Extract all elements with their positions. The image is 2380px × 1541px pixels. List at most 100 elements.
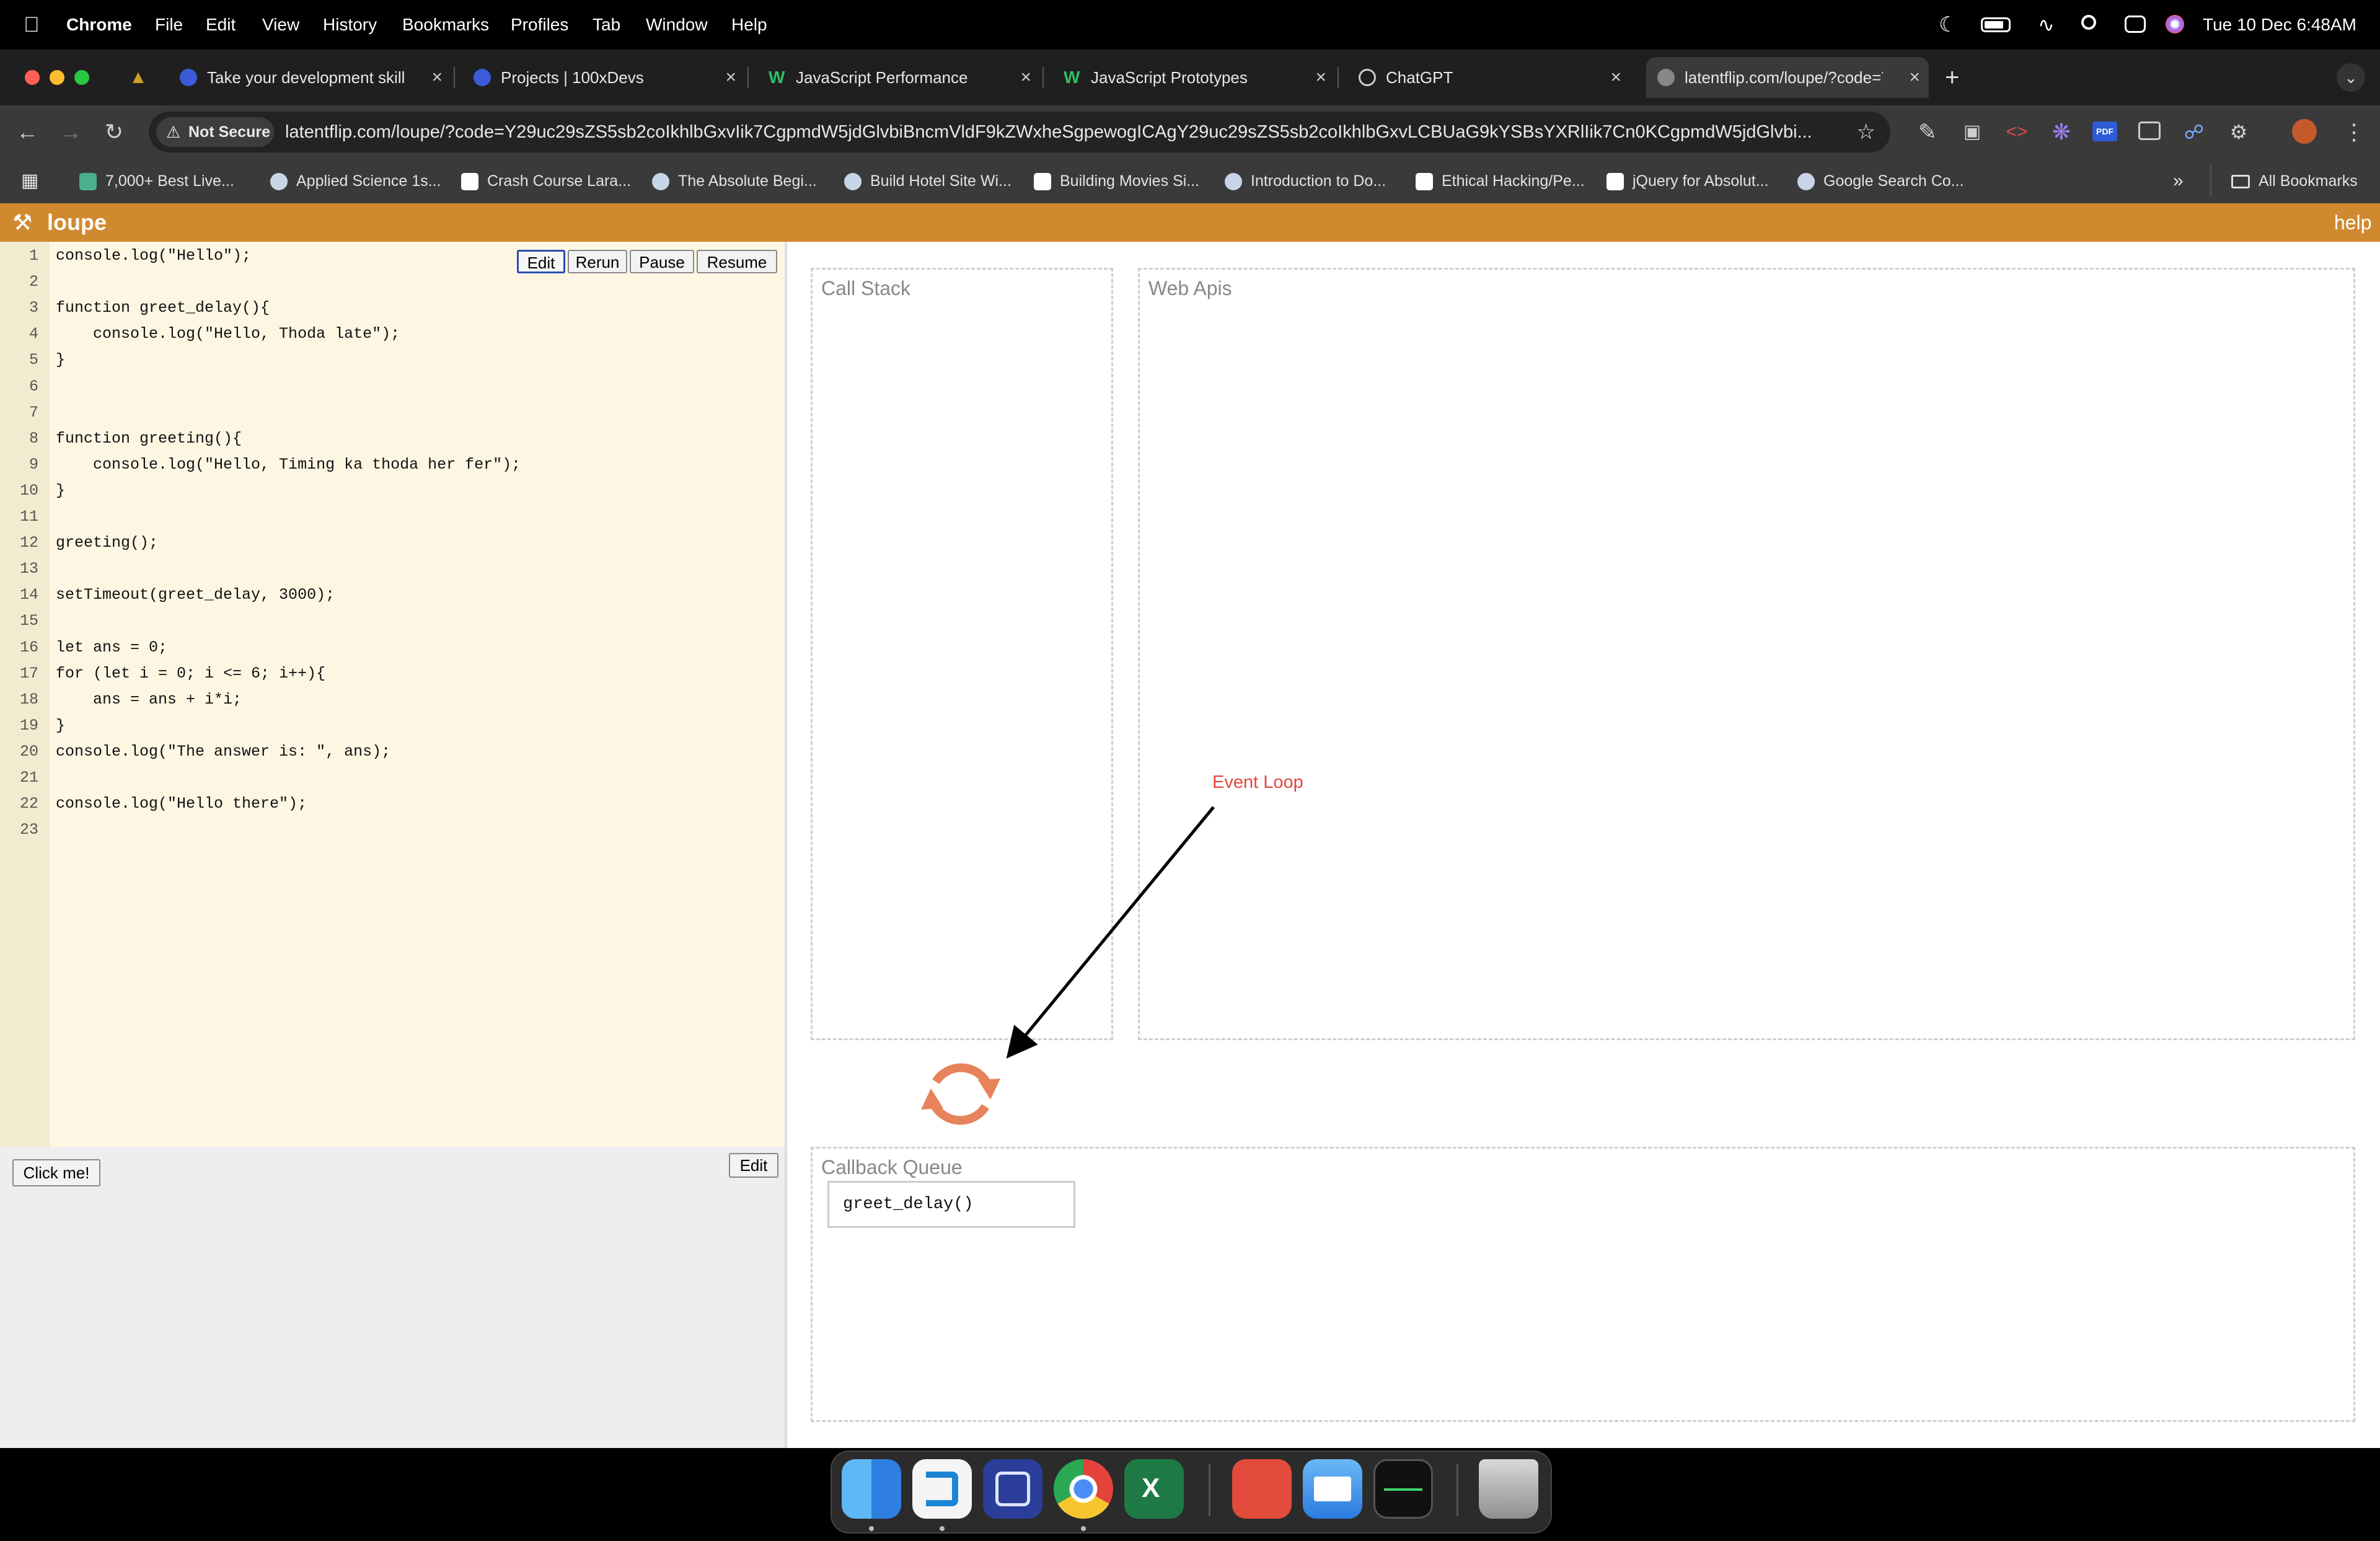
screen-sharing-app-icon[interactable] (983, 1459, 1042, 1519)
back-button[interactable]: ← (10, 105, 45, 159)
tab-loupe-active[interactable]: latentflip.com/loupe/?code=Y × (1646, 57, 1929, 98)
address-bar[interactable]: ⚠ Not Secure latentflip.com/loupe/?code=… (149, 112, 1890, 152)
wifi-icon[interactable]: ∿ (2038, 0, 2055, 50)
tab-search-chevron-icon[interactable]: ⌄ (2337, 63, 2365, 92)
menu-edit[interactable]: Edit (206, 0, 236, 50)
tab-projects-100xdevs[interactable]: Projects | 100xDevs × (462, 57, 745, 98)
search-icon[interactable] (2081, 15, 2096, 30)
control-center-icon[interactable] (2125, 15, 2146, 33)
gear-extension-icon[interactable]: ❋ (2044, 105, 2079, 159)
siri-icon[interactable] (2166, 15, 2184, 33)
bookmark-item[interactable]: Ethical Hacking/Pe... (1416, 159, 1585, 203)
menu-profiles[interactable]: Profiles (511, 0, 568, 50)
menu-bookmarks[interactable]: Bookmarks (402, 0, 489, 50)
bookmark-item[interactable]: 7,000+ Best Live... (79, 159, 234, 203)
bookmark-item[interactable]: Google Search Co... (1797, 159, 1964, 203)
code-line[interactable]: function greeting(){ (56, 426, 242, 452)
bookmark-item[interactable]: jQuery for Absolut... (1606, 159, 1769, 203)
edit-button[interactable]: Edit (517, 250, 565, 273)
tab-take-your-development-skills[interactable]: Take your development skills × (169, 57, 451, 98)
code-line[interactable]: setTimeout(greet_delay, 3000); (56, 582, 335, 608)
minimize-window-button[interactable] (50, 70, 64, 85)
resume-button[interactable]: Resume (697, 250, 777, 273)
extensions-puzzle-icon[interactable]: ⚙ (2221, 105, 2256, 159)
trash-icon[interactable] (1479, 1459, 1538, 1519)
security-chip[interactable]: ⚠ Not Secure (156, 117, 274, 147)
all-bookmarks-button[interactable]: All Bookmarks (2231, 159, 2358, 203)
bookmark-item[interactable]: Applied Science 1s... (270, 159, 441, 203)
zoom-window-button[interactable] (74, 70, 89, 85)
event-loop-icon (921, 1063, 1000, 1125)
html-edit-button[interactable]: Edit (729, 1153, 778, 1178)
chrome-menu-icon[interactable]: ⋮ (2337, 105, 2371, 159)
menu-history[interactable]: History (323, 0, 377, 50)
excel-icon[interactable]: X (1124, 1459, 1184, 1519)
code-line[interactable]: } (56, 713, 65, 739)
close-window-button[interactable] (25, 70, 40, 85)
bookmark-item[interactable]: Crash Course Lara... (461, 159, 631, 203)
menu-view[interactable]: View (262, 0, 299, 50)
more-bookmarks-chevron-icon[interactable]: » (2173, 159, 2184, 203)
click-me-button[interactable]: Click me! (12, 1159, 100, 1186)
menu-tab[interactable]: Tab (593, 0, 620, 50)
close-tab-icon[interactable]: × (1610, 57, 1621, 98)
window-extension-icon[interactable] (2138, 121, 2161, 140)
chrome-icon[interactable] (1054, 1459, 1113, 1519)
close-tab-icon[interactable]: × (1020, 57, 1031, 98)
menu-file[interactable]: File (155, 0, 183, 50)
pause-button[interactable]: Pause (630, 250, 694, 273)
profile-avatar[interactable] (2292, 119, 2317, 144)
code-line[interactable]: for (let i = 0; i <= 6; i++){ (56, 661, 325, 687)
code-line[interactable]: greeting(); (56, 530, 158, 556)
code-line[interactable]: console.log("Hello, Timing ka thoda her … (56, 452, 521, 478)
bookmark-item[interactable]: Build Hotel Site Wi... (844, 159, 1011, 203)
menu-window[interactable]: Window (646, 0, 708, 50)
link-extension-icon[interactable]: ☍ (2177, 105, 2211, 159)
code-line[interactable]: console.log("Hello, Thoda late"); (56, 321, 400, 347)
code-line[interactable]: let ans = 0; (56, 635, 167, 661)
loupe-title[interactable]: loupe (47, 203, 107, 242)
bookmark-star-icon[interactable]: ☆ (1857, 112, 1875, 152)
tab-chatgpt[interactable]: ChatGPT × (1347, 57, 1630, 98)
code-line[interactable]: console.log("Hello there"); (56, 791, 307, 817)
forward-button[interactable]: → (53, 105, 88, 159)
rerun-button[interactable]: Rerun (568, 250, 627, 273)
code-line[interactable]: } (56, 478, 65, 504)
reload-button[interactable]: ↻ (97, 105, 131, 159)
apple-icon[interactable]:  (24, 0, 40, 50)
code-line[interactable]: ans = ans + i*i; (56, 687, 242, 713)
tab-javascript-performance[interactable]: W JavaScript Performance × (757, 57, 1040, 98)
photo-booth-icon[interactable] (1232, 1459, 1292, 1519)
eyedropper-extension-icon[interactable]: ✎ (1910, 105, 1945, 159)
close-tab-icon[interactable]: × (1909, 57, 1920, 98)
cloud-icon (844, 173, 862, 191)
bookmark-item[interactable]: The Absolute Begi... (652, 159, 817, 203)
close-tab-icon[interactable]: × (431, 57, 443, 98)
apps-grid-icon[interactable]: ▦ (21, 159, 38, 203)
finder-icon[interactable] (842, 1459, 901, 1519)
close-tab-icon[interactable]: × (725, 57, 736, 98)
code-line[interactable]: } (56, 347, 65, 373)
vscode-icon[interactable] (912, 1459, 972, 1519)
devtools-extension-icon[interactable]: <> (1999, 105, 2034, 159)
new-tab-button[interactable]: + (1945, 57, 1959, 98)
menu-app-name[interactable]: Chrome (66, 0, 132, 50)
bookmark-item[interactable]: Building Movies Si... (1034, 159, 1199, 203)
pinned-tab-icon[interactable]: ▲ (128, 67, 149, 88)
mail-icon[interactable] (1303, 1459, 1362, 1519)
menu-clock[interactable]: Tue 10 Dec 6:48AM (2203, 0, 2356, 50)
code-line[interactable]: console.log("The answer is: ", ans); (56, 739, 390, 765)
running-indicator (1081, 1526, 1086, 1531)
menu-help[interactable]: Help (731, 0, 767, 50)
tab-javascript-prototypes[interactable]: W JavaScript Prototypes × (1052, 57, 1335, 98)
close-tab-icon[interactable]: × (1315, 57, 1326, 98)
screenshot-extension-icon[interactable]: ▣ (1955, 105, 1990, 159)
activity-monitor-icon[interactable] (1373, 1459, 1433, 1519)
pdf-extension-icon[interactable]: PDF (2092, 121, 2117, 141)
bookmark-item[interactable]: Introduction to Do... (1225, 159, 1386, 203)
dark-mode-icon[interactable]: ☾ (1939, 0, 1957, 50)
code-line[interactable]: console.log("Hello"); (56, 243, 251, 269)
help-link[interactable]: help (2334, 203, 2372, 242)
battery-icon[interactable] (1981, 17, 2011, 32)
code-line[interactable]: function greet_delay(){ (56, 295, 270, 321)
